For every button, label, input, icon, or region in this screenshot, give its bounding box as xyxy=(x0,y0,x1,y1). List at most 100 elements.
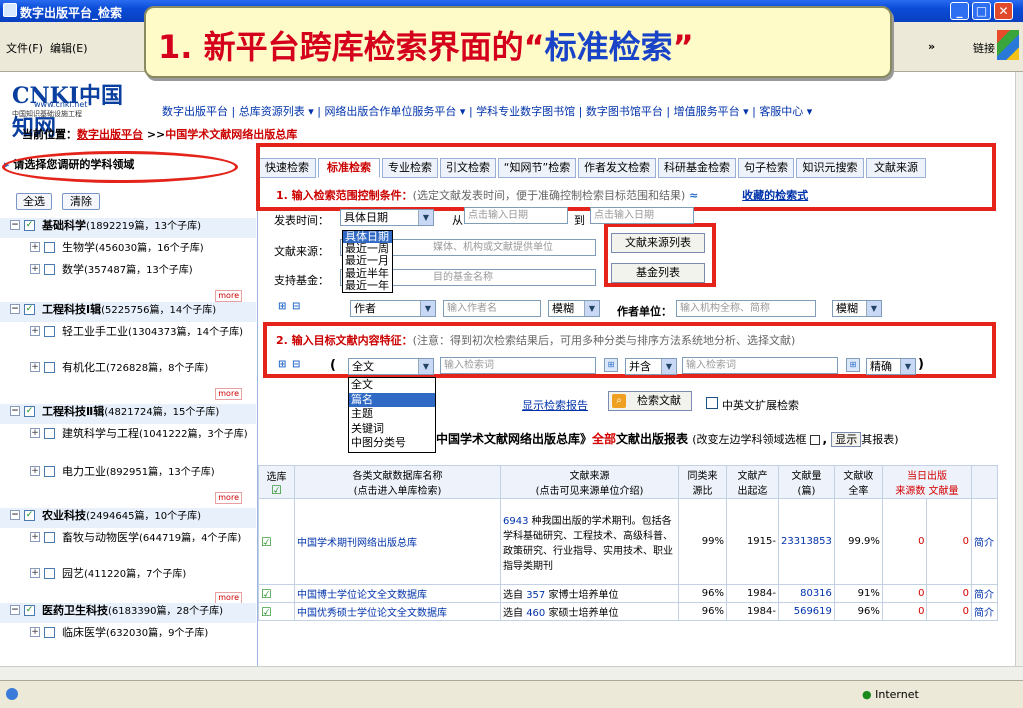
subject-checkbox[interactable]: ✓ xyxy=(24,220,35,231)
subject-checkbox[interactable] xyxy=(44,568,55,579)
doc-count[interactable]: 80316 xyxy=(800,588,832,599)
word-helper-icon[interactable]: ⊞ xyxy=(846,358,860,372)
select-cell[interactable]: ☑ xyxy=(258,498,295,585)
keyword-input-1[interactable]: 输入检索词 xyxy=(440,357,596,374)
database-link[interactable]: 中国学术期刊网络出版总库 xyxy=(297,538,417,549)
select-all-button[interactable]: 全选 xyxy=(16,193,52,210)
date-option[interactable]: 最近一年 xyxy=(343,279,392,292)
add-row-icon[interactable]: ⊞ xyxy=(278,359,286,370)
expand-toggle-icon[interactable]: + xyxy=(30,264,40,274)
expand-toggle-icon[interactable]: + xyxy=(30,627,40,637)
subject-name[interactable]: 农业科技 xyxy=(42,509,86,522)
show-button[interactable]: 显示 xyxy=(831,432,862,447)
expand-toggle-icon[interactable]: − xyxy=(10,220,20,230)
author-field-select[interactable]: 作者 ▼ xyxy=(350,300,436,317)
author-unit-input[interactable]: 输入机构全称、简称 xyxy=(676,300,816,317)
more-link[interactable]: more xyxy=(215,388,242,400)
subject-name[interactable]: 工程科技Ⅰ辑 xyxy=(42,303,101,316)
subject-checkbox[interactable] xyxy=(44,428,55,439)
logic-operator-select[interactable]: 并含 ▼ xyxy=(625,358,677,375)
select-cell[interactable]: ☑ xyxy=(258,584,295,603)
field-option[interactable]: 篇名 xyxy=(349,392,435,408)
check-icon[interactable]: ☑ xyxy=(261,605,272,619)
source-count[interactable]: 460 xyxy=(526,608,545,619)
unit-match-select[interactable]: 模糊 ▼ xyxy=(832,300,882,317)
expand-toggle-icon[interactable]: + xyxy=(30,532,40,542)
breadcrumb-link[interactable]: 数字出版平台 xyxy=(77,128,143,141)
database-link[interactable]: 中国博士学位论文全文数据库 xyxy=(297,590,427,601)
subject-checkbox[interactable]: ✓ xyxy=(24,406,35,417)
date-option[interactable]: 最近半年 xyxy=(343,267,392,280)
author-match-select[interactable]: 模糊 ▼ xyxy=(548,300,600,317)
expand-toggle-icon[interactable]: − xyxy=(10,406,20,416)
check-icon[interactable]: ☑ xyxy=(261,535,272,549)
author-input[interactable]: 输入作者名 xyxy=(443,300,541,317)
remove-row-icon[interactable]: ⊟ xyxy=(292,301,300,312)
select-cell[interactable]: ☑ xyxy=(258,602,295,621)
close-button[interactable]: ✕ xyxy=(994,2,1013,20)
expand-toggle-icon[interactable]: + xyxy=(30,568,40,578)
collapse-icon[interactable]: ≈ xyxy=(689,189,698,202)
subject-checkbox[interactable] xyxy=(44,627,55,638)
ext-search-checkbox[interactable] xyxy=(706,397,718,409)
subject-checkbox[interactable] xyxy=(44,466,55,477)
expand-toggle-icon[interactable]: + xyxy=(30,326,40,336)
more-link[interactable]: more xyxy=(215,492,242,504)
subject-name[interactable]: 数学 xyxy=(62,263,84,276)
subject-checkbox[interactable] xyxy=(44,326,55,337)
maximize-button[interactable]: □ xyxy=(972,2,991,20)
expand-toggle-icon[interactable]: + xyxy=(30,362,40,372)
field-option[interactable]: 主题 xyxy=(349,407,435,422)
subject-name[interactable]: 工程科技Ⅱ辑 xyxy=(42,405,104,418)
subject-name[interactable]: 轻工业手工业 xyxy=(62,325,128,338)
more-link[interactable]: more xyxy=(215,290,242,302)
subject-checkbox[interactable]: ✓ xyxy=(24,605,35,616)
horizontal-scrollbar[interactable] xyxy=(0,666,1023,680)
expand-toggle-icon[interactable]: + xyxy=(30,466,40,476)
remove-row-icon[interactable]: ⊟ xyxy=(292,359,300,370)
nav-item[interactable]: 学科专业数字图书馆 xyxy=(476,105,575,118)
keyword-input-2[interactable]: 输入检索词 xyxy=(682,357,838,374)
doc-count[interactable]: 569619 xyxy=(794,606,832,617)
nav-item[interactable]: 数字出版平台 xyxy=(162,105,228,118)
intro-link[interactable]: 简介 xyxy=(974,538,994,549)
fund-list-button[interactable]: 基金列表 xyxy=(611,263,705,283)
show-report-link[interactable]: 显示检索报告 xyxy=(522,397,588,413)
subject-name[interactable]: 畜牧与动物医学 xyxy=(62,531,139,544)
links-button[interactable]: 链接 xyxy=(973,40,995,56)
expand-toggle-icon[interactable]: − xyxy=(10,605,20,615)
date-to-input[interactable]: 点击输入日期 xyxy=(590,207,694,224)
subject-checkbox[interactable]: ✓ xyxy=(24,510,35,521)
intro-link[interactable]: 简介 xyxy=(974,590,994,601)
search-button[interactable]: ⌕ 检索文献 xyxy=(608,391,692,411)
subject-name[interactable]: 园艺 xyxy=(62,567,84,580)
date-option[interactable]: 最近一月 xyxy=(343,255,392,267)
subject-checkbox[interactable] xyxy=(44,264,55,275)
match-select[interactable]: 精确 ▼ xyxy=(866,358,916,375)
subject-checkbox[interactable] xyxy=(44,532,55,543)
subject-name[interactable]: 电力工业 xyxy=(62,465,106,478)
toolbar-overflow-icon[interactable]: » xyxy=(928,40,935,53)
add-row-icon[interactable]: ⊞ xyxy=(278,301,286,312)
subject-name[interactable]: 医药卫生科技 xyxy=(42,604,108,617)
database-link[interactable]: 中国优秀硕士学位论文全文数据库 xyxy=(297,608,447,619)
expand-toggle-icon[interactable]: − xyxy=(10,304,20,314)
expand-toggle-icon[interactable]: + xyxy=(30,428,40,438)
check-icon[interactable]: ☑ xyxy=(261,587,272,601)
nav-item[interactable]: 增值服务平台 ▾ xyxy=(674,105,749,118)
source-list-button[interactable]: 文献来源列表 xyxy=(611,233,705,253)
nav-item[interactable]: 网络出版合作单位服务平台 ▾ xyxy=(324,105,465,118)
expand-toggle-icon[interactable]: − xyxy=(10,510,20,520)
nav-item[interactable]: 数字图书馆平台 xyxy=(586,105,663,118)
doc-count[interactable]: 23313853 xyxy=(781,536,832,547)
saved-searches-link[interactable]: 收藏的检索式 xyxy=(742,189,808,202)
word-helper-icon[interactable]: ⊞ xyxy=(604,358,618,372)
subject-name[interactable]: 生物学 xyxy=(62,241,95,254)
date-from-input[interactable]: 点击输入日期 xyxy=(464,207,568,224)
vertical-scrollbar[interactable] xyxy=(1015,72,1023,666)
clear-button[interactable]: 清除 xyxy=(62,193,100,210)
pubtime-select[interactable]: 具体日期 ▼ xyxy=(340,209,434,226)
subject-checkbox[interactable]: ✓ xyxy=(24,304,35,315)
subject-name[interactable]: 有机化工 xyxy=(62,361,106,374)
subject-name[interactable]: 建筑科学与工程 xyxy=(62,427,139,440)
